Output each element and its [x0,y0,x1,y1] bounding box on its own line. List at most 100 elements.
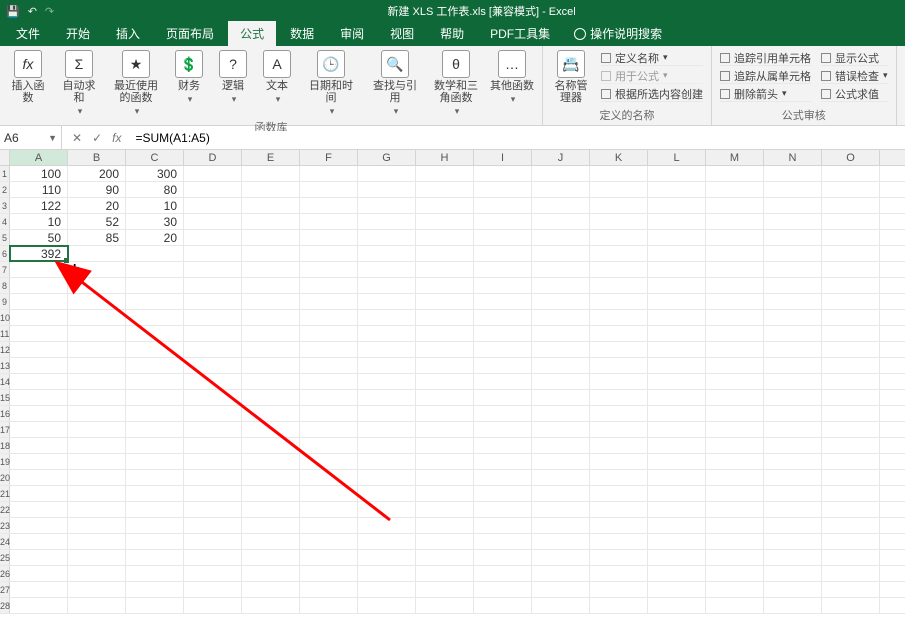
trace-dependents-button[interactable]: 追踪从属单元格 [720,68,811,84]
cell[interactable] [68,566,126,581]
cell[interactable] [532,230,590,245]
cell[interactable] [358,518,416,533]
remove-arrows-button[interactable]: 删除箭头 ▾ [720,86,811,102]
cell[interactable] [532,342,590,357]
cell[interactable] [706,358,764,373]
cell[interactable] [68,374,126,389]
cell[interactable] [416,518,474,533]
cell[interactable] [822,294,880,309]
cell[interactable] [126,454,184,469]
row-header[interactable]: 27 [0,582,10,597]
cell[interactable] [590,342,648,357]
cell[interactable] [416,374,474,389]
row[interactable]: 16 [0,406,905,422]
row-header[interactable]: 6 [0,246,10,261]
cell[interactable] [358,182,416,197]
cell[interactable] [184,550,242,565]
row[interactable]: 20 [0,470,905,486]
cell[interactable] [126,246,184,261]
cell[interactable] [822,326,880,341]
cell[interactable] [590,374,648,389]
cell[interactable] [474,438,532,453]
tab-data[interactable]: 数据 [278,21,326,46]
cell[interactable] [126,422,184,437]
finance-button[interactable]: 💲 财务 [172,50,206,105]
cell[interactable] [300,230,358,245]
cell[interactable] [184,390,242,405]
col-header-D[interactable]: D [184,150,242,165]
cell[interactable] [68,342,126,357]
cell[interactable] [68,262,126,277]
cell[interactable] [126,598,184,613]
cell[interactable] [10,294,68,309]
cell[interactable] [822,598,880,613]
cell[interactable] [300,310,358,325]
name-box[interactable]: A6 ▼ [0,126,62,149]
cell[interactable]: 110 [10,182,68,197]
row-header[interactable]: 22 [0,502,10,517]
cell[interactable] [242,534,300,549]
fx-icon[interactable]: fx [112,131,121,145]
cell[interactable] [358,438,416,453]
col-header-O[interactable]: O [822,150,880,165]
cell[interactable] [68,438,126,453]
cell[interactable] [822,198,880,213]
col-header-L[interactable]: L [648,150,706,165]
cell[interactable] [242,486,300,501]
cell[interactable] [358,486,416,501]
cell[interactable] [300,502,358,517]
cell[interactable] [764,422,822,437]
cell[interactable] [648,182,706,197]
cell[interactable] [184,438,242,453]
cell[interactable] [590,182,648,197]
cell[interactable] [764,486,822,501]
cell[interactable] [590,406,648,421]
cell[interactable] [68,390,126,405]
cell[interactable] [10,534,68,549]
cell[interactable] [532,374,590,389]
cell[interactable] [764,390,822,405]
cell[interactable] [648,566,706,581]
cell[interactable] [68,454,126,469]
cell[interactable] [358,166,416,181]
cell[interactable] [300,326,358,341]
cell[interactable] [358,422,416,437]
cell[interactable] [10,438,68,453]
col-header-F[interactable]: F [300,150,358,165]
cell[interactable] [648,390,706,405]
cell[interactable] [822,470,880,485]
cell[interactable] [242,598,300,613]
tab-insert[interactable]: 插入 [104,21,152,46]
cell[interactable] [648,534,706,549]
cell[interactable] [184,566,242,581]
cell[interactable] [474,198,532,213]
row[interactable]: 18 [0,438,905,454]
cell[interactable] [648,598,706,613]
cell[interactable] [532,198,590,213]
cell[interactable] [242,518,300,533]
cell[interactable] [126,566,184,581]
cell[interactable] [764,374,822,389]
rows-area[interactable]: 1100200300211090803122201041052305508520… [0,166,905,614]
cell[interactable]: 122 [10,198,68,213]
tab-view[interactable]: 视图 [378,21,426,46]
cell[interactable] [126,326,184,341]
save-icon[interactable]: 💾 [6,5,20,18]
cell[interactable] [474,486,532,501]
cell[interactable] [648,518,706,533]
cell[interactable] [474,422,532,437]
col-header-J[interactable]: J [532,150,590,165]
row[interactable]: 13 [0,358,905,374]
col-header-N[interactable]: N [764,150,822,165]
cell[interactable] [126,534,184,549]
cell[interactable] [648,406,706,421]
cell[interactable] [242,310,300,325]
row-header[interactable]: 5 [0,230,10,245]
cell[interactable] [416,358,474,373]
cell[interactable] [126,550,184,565]
enter-icon[interactable]: ✓ [92,131,102,145]
cell[interactable] [532,598,590,613]
cell[interactable] [184,486,242,501]
cell[interactable]: 80 [126,182,184,197]
cell[interactable]: 200 [68,166,126,181]
